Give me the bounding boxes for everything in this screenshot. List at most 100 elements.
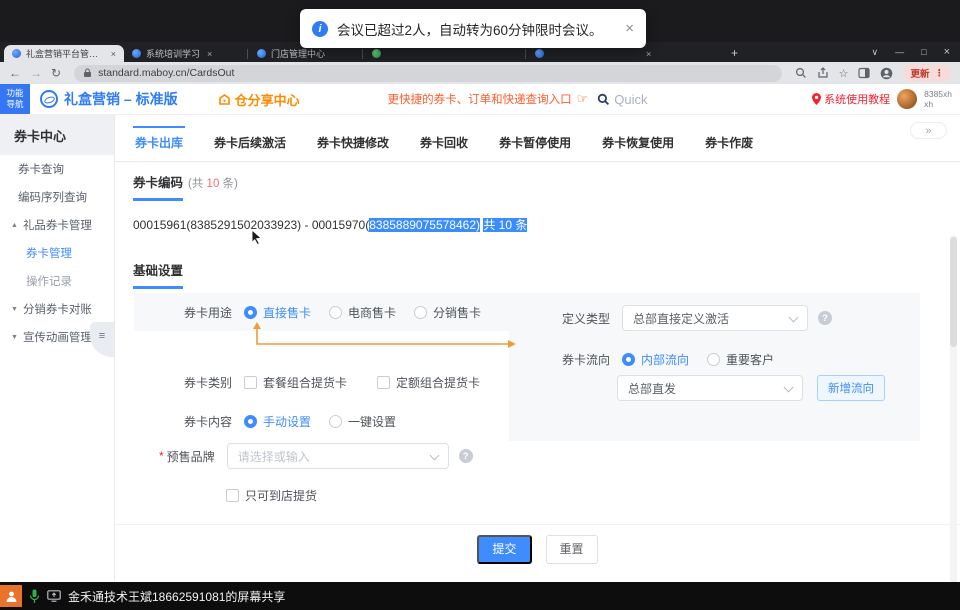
tab-favicon-icon (12, 49, 21, 58)
radio-manual-setup[interactable]: 手动设置 (244, 413, 311, 430)
help-icon[interactable]: ? (459, 449, 473, 463)
sidebar-item-card-query[interactable]: 券卡查询 (0, 155, 114, 183)
define-type-select[interactable]: 总部直接定义激活 (622, 305, 808, 331)
radio-ecommerce-sale[interactable]: 电商售卡 (329, 304, 396, 321)
radio-icon[interactable] (414, 306, 427, 319)
radio-selected-icon[interactable] (244, 415, 257, 428)
tab-favicon-icon (535, 49, 544, 58)
browser-tab-gift-admin[interactable]: 礼盒营销平台管理中心 × (4, 45, 124, 62)
presenter-icon (0, 585, 22, 607)
section-title: 基础设置 (133, 260, 183, 289)
tab-card-suspend[interactable]: 券卡暂停使用 (497, 126, 573, 161)
radio-label: 电商售卡 (348, 304, 396, 321)
back-icon[interactable]: ← (9, 67, 21, 79)
flow-target-select[interactable]: 总部直发 (617, 375, 803, 401)
tutorial-link[interactable]: 系统使用教程 (812, 91, 890, 107)
sidebar-item-code-sequence-query[interactable]: 编码序列查询 (0, 183, 114, 211)
tab-card-void[interactable]: 券卡作废 (703, 126, 755, 161)
header-right: 系统使用教程 8385xh xh (812, 89, 960, 109)
count-value: 10 (207, 178, 220, 190)
radio-icon[interactable] (329, 306, 342, 319)
flow-annotation-arrow (250, 321, 520, 351)
reset-button[interactable]: 重置 (546, 535, 598, 564)
submit-button[interactable]: 提交 (477, 535, 531, 564)
window-minimize-icon[interactable]: — (895, 47, 904, 57)
presale-brand-select[interactable]: 请选择或输入 (227, 443, 449, 469)
nav-label-line1: 功能 (6, 88, 23, 99)
profile-icon[interactable] (880, 67, 893, 80)
tab-card-outbound[interactable]: 券卡出库 (133, 126, 185, 161)
window-close-icon[interactable]: × (944, 46, 950, 58)
radio-icon[interactable] (329, 415, 342, 428)
chrome-update-button[interactable]: 更新 ⋮ (903, 64, 951, 82)
sidebar-item-card-management[interactable]: 券卡管理 (0, 239, 114, 267)
select-value: 总部直接定义激活 (633, 310, 729, 327)
sidebar-item-label: 券卡查询 (18, 161, 64, 177)
define-type-row: 定义类型 总部直接定义激活 ? (562, 305, 832, 331)
microphone-icon (29, 589, 40, 604)
sidebar: 券卡中心 券卡查询 编码序列查询 ▲ 礼品券卡管理 券卡管理 (0, 115, 115, 581)
tab-close-icon[interactable]: × (111, 49, 116, 59)
checkbox-fixed-amount-combo-card[interactable]: 定额组合提货卡 (377, 374, 480, 391)
tab-close-icon[interactable]: × (646, 49, 651, 59)
checkbox-icon[interactable] (226, 489, 239, 502)
sidebar-group-gift-card-mgmt[interactable]: ▲ 礼品券卡管理 (0, 211, 114, 239)
select-value: 总部直发 (628, 380, 676, 397)
window-menu-icon[interactable]: ∨ (872, 47, 879, 58)
checkbox-label: 套餐组合提货卡 (263, 374, 347, 391)
browser-tab-training[interactable]: 系统培训学习 × (124, 45, 246, 62)
scrollbar-thumb[interactable] (950, 237, 957, 347)
app-brand-title: 礼盒营销 – 标准版 (64, 89, 178, 109)
forward-icon[interactable]: → (30, 67, 42, 79)
checkbox-icon[interactable] (377, 376, 390, 389)
checkbox-icon[interactable] (244, 376, 257, 389)
reload-icon[interactable]: ↻ (51, 67, 61, 79)
user-avatar[interactable] (897, 89, 917, 109)
radio-direct-sale[interactable]: 直接售卡 (244, 304, 311, 321)
info-icon: i (312, 21, 328, 37)
add-flow-button[interactable]: 新增流向 (817, 375, 885, 401)
tab-close-icon[interactable]: × (207, 49, 212, 59)
radio-important-customer[interactable]: 重要客户 (707, 351, 774, 368)
radio-selected-icon[interactable] (622, 353, 635, 366)
chevron-down-icon (784, 383, 794, 393)
toast-close-icon[interactable]: × (625, 20, 634, 37)
page-scrollbar[interactable] (950, 235, 957, 582)
tab-card-followup-activate[interactable]: 券卡后续激活 (212, 126, 288, 161)
radio-distribution-sale[interactable]: 分销售卡 (414, 304, 481, 321)
tab-card-quick-edit[interactable]: 券卡快捷修改 (315, 126, 391, 161)
sidebar-item-operation-log[interactable]: 操作记录 (0, 267, 114, 295)
quick-entry-text: 更快捷的券卡、订单和快递查询入口 (388, 91, 572, 107)
sidebar-collapse-handle[interactable]: ≡ (90, 322, 114, 357)
checkbox-package-combo-card[interactable]: 套餐组合提货卡 (244, 374, 347, 391)
address-bar[interactable]: standard.maboy.cn/CardsOut (74, 65, 782, 82)
share-icon[interactable] (817, 67, 829, 79)
share-center-link[interactable]: 仓分享中心 (218, 90, 300, 109)
kebab-menu-icon[interactable]: ⋮ (935, 68, 945, 79)
screen-share-icon (47, 590, 61, 602)
tab-card-recycle[interactable]: 券卡回收 (418, 126, 470, 161)
radio-label: 重要客户 (726, 351, 774, 368)
app-header: 功能 导航 礼盒营销 – 标准版 仓分享中心 更快捷的券卡、订单和快递查询入口 … (0, 84, 960, 115)
presale-brand-label: 预售品牌 (167, 448, 215, 465)
bookmark-star-icon[interactable]: ☆ (839, 67, 849, 80)
quick-search[interactable]: Quick (597, 92, 647, 107)
zoom-icon[interactable] (795, 67, 807, 79)
checkbox-store-pickup-only[interactable]: 只可到店提货 (226, 487, 317, 504)
radio-internal-flow[interactable]: 内部流向 (622, 351, 689, 368)
radio-icon[interactable] (707, 353, 720, 366)
radio-one-click-setup[interactable]: 一键设置 (329, 413, 396, 430)
help-icon[interactable]: ? (818, 311, 832, 325)
sidebar-group-distribution-reconcile[interactable]: ▼ 分销券卡对账 (0, 295, 114, 323)
side-panel-icon[interactable] (858, 67, 870, 79)
window-maximize-icon[interactable]: □ (921, 47, 926, 57)
app-logo-icon (40, 90, 58, 108)
caret-up-icon: ▲ (11, 222, 18, 229)
radio-selected-icon[interactable] (244, 306, 257, 319)
app-body: 券卡中心 券卡查询 编码序列查询 ▲ 礼品券卡管理 券卡管理 (0, 115, 960, 581)
new-tab-button[interactable]: + (731, 46, 738, 60)
tab-card-restore[interactable]: 券卡恢复使用 (600, 126, 676, 161)
hamburger-icon: ≡ (99, 330, 105, 342)
function-nav-button[interactable]: 功能 导航 (0, 84, 30, 114)
tab-title: 系统培训学习 (146, 47, 200, 60)
